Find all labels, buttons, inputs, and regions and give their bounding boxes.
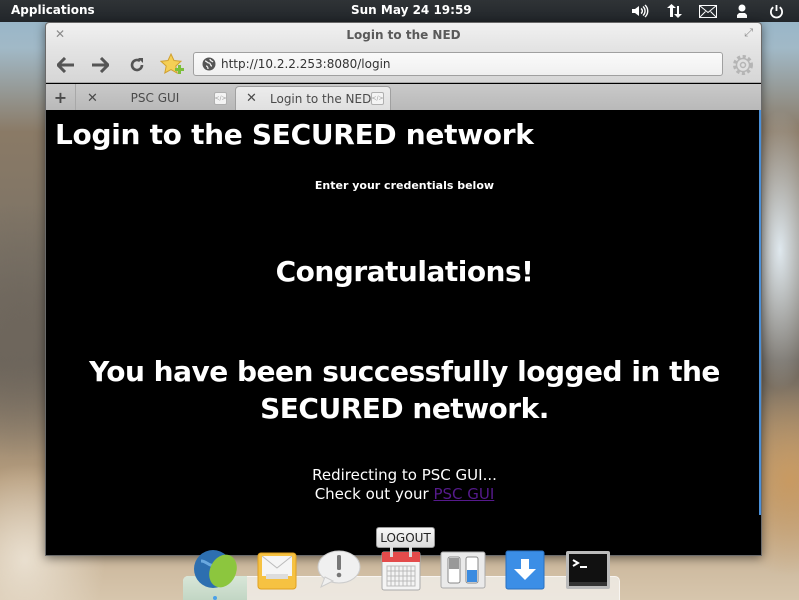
congratulations-text: Congratulations! (275, 255, 534, 288)
new-tab-button[interactable]: + (46, 84, 76, 110)
dock-calendar[interactable] (380, 547, 424, 591)
maximize-icon[interactable]: ⤢ (744, 26, 753, 40)
mail-icon[interactable] (691, 2, 725, 20)
redirect-text: Redirecting to PSC GUI... (312, 466, 497, 484)
scrollbar[interactable] (759, 110, 761, 515)
notification-bubble-icon (317, 550, 361, 589)
checkout-prefix: Check out your (314, 485, 434, 503)
redirect-message: Redirecting to PSC GUI... Check out your… (46, 466, 761, 504)
forward-button[interactable] (88, 53, 112, 77)
arrow-right-icon (92, 57, 109, 73)
url-text: http://10.2.2.253:8080/login (221, 57, 391, 71)
success-line-2: SECURED network. (260, 392, 549, 425)
navigation-toolbar: http://10.2.2.253:8080/login (46, 48, 761, 83)
top-panel: Applications Sun May 24 19:59 (0, 0, 799, 22)
checkout-line: Check out your PSC GUI (46, 485, 761, 504)
indicator-area (623, 2, 793, 20)
dock-settings[interactable] (440, 547, 486, 591)
bookmark-button[interactable] (160, 53, 184, 77)
logout-button[interactable]: LOGOUT (376, 527, 435, 548)
browser-window: ✕ Login to the NED ⤢ http://10.2.2.253:8… (45, 22, 762, 556)
tab-psc-gui[interactable]: ✕ PSC GUI </> (77, 86, 233, 110)
tab-close-icon[interactable]: ✕ (246, 91, 257, 106)
settings-button[interactable] (731, 53, 755, 77)
dock-downloads[interactable] (505, 547, 549, 591)
star-add-icon (160, 53, 184, 75)
success-line-1: You have been successfully logged in the (89, 355, 720, 388)
globe-icon (202, 57, 216, 71)
window-title: Login to the NED (346, 28, 461, 42)
url-bar[interactable]: http://10.2.2.253:8080/login (193, 52, 723, 76)
arrow-left-icon (57, 57, 74, 73)
dock-web-browser[interactable] (193, 547, 237, 591)
psc-gui-link[interactable]: PSC GUI (433, 485, 494, 503)
clock[interactable]: Sun May 24 19:59 (351, 3, 472, 17)
web-browser-icon (194, 550, 237, 588)
reload-icon (130, 58, 144, 72)
success-message: You have been successfully logged in the… (46, 353, 761, 427)
gear-icon (733, 55, 753, 75)
tab-label: PSC GUI (130, 91, 180, 105)
terminal-icon (566, 551, 610, 589)
tab-login-ned[interactable]: ✕ Login to the NED </> (235, 86, 391, 110)
calendar-icon (381, 547, 421, 591)
page-content: Login to the SECURED network Enter your … (46, 110, 761, 555)
user-icon[interactable] (725, 2, 759, 20)
download-icon (505, 550, 545, 590)
power-icon[interactable] (759, 2, 793, 20)
network-icon[interactable] (657, 2, 691, 20)
back-button[interactable] (54, 53, 78, 77)
switch-settings-icon (440, 551, 486, 589)
volume-icon[interactable] (623, 2, 657, 20)
dock-notifications[interactable] (317, 547, 361, 591)
page-code-icon: </> (371, 92, 384, 105)
mail-icon (257, 552, 297, 590)
dock-terminal[interactable] (565, 547, 610, 591)
tab-bar: + ✕ PSC GUI </> ✕ Login to the NED </> (46, 84, 761, 110)
page-subheading: Enter your credentials below (314, 179, 495, 192)
page-heading: Login to the SECURED network (55, 118, 534, 151)
title-bar: ✕ Login to the NED ⤢ (46, 23, 761, 48)
running-indicator (213, 596, 217, 600)
applications-menu[interactable]: Applications (11, 3, 95, 17)
reload-button[interactable] (125, 53, 149, 77)
dock-mail[interactable] (256, 547, 300, 591)
page-code-icon: </> (214, 91, 227, 105)
